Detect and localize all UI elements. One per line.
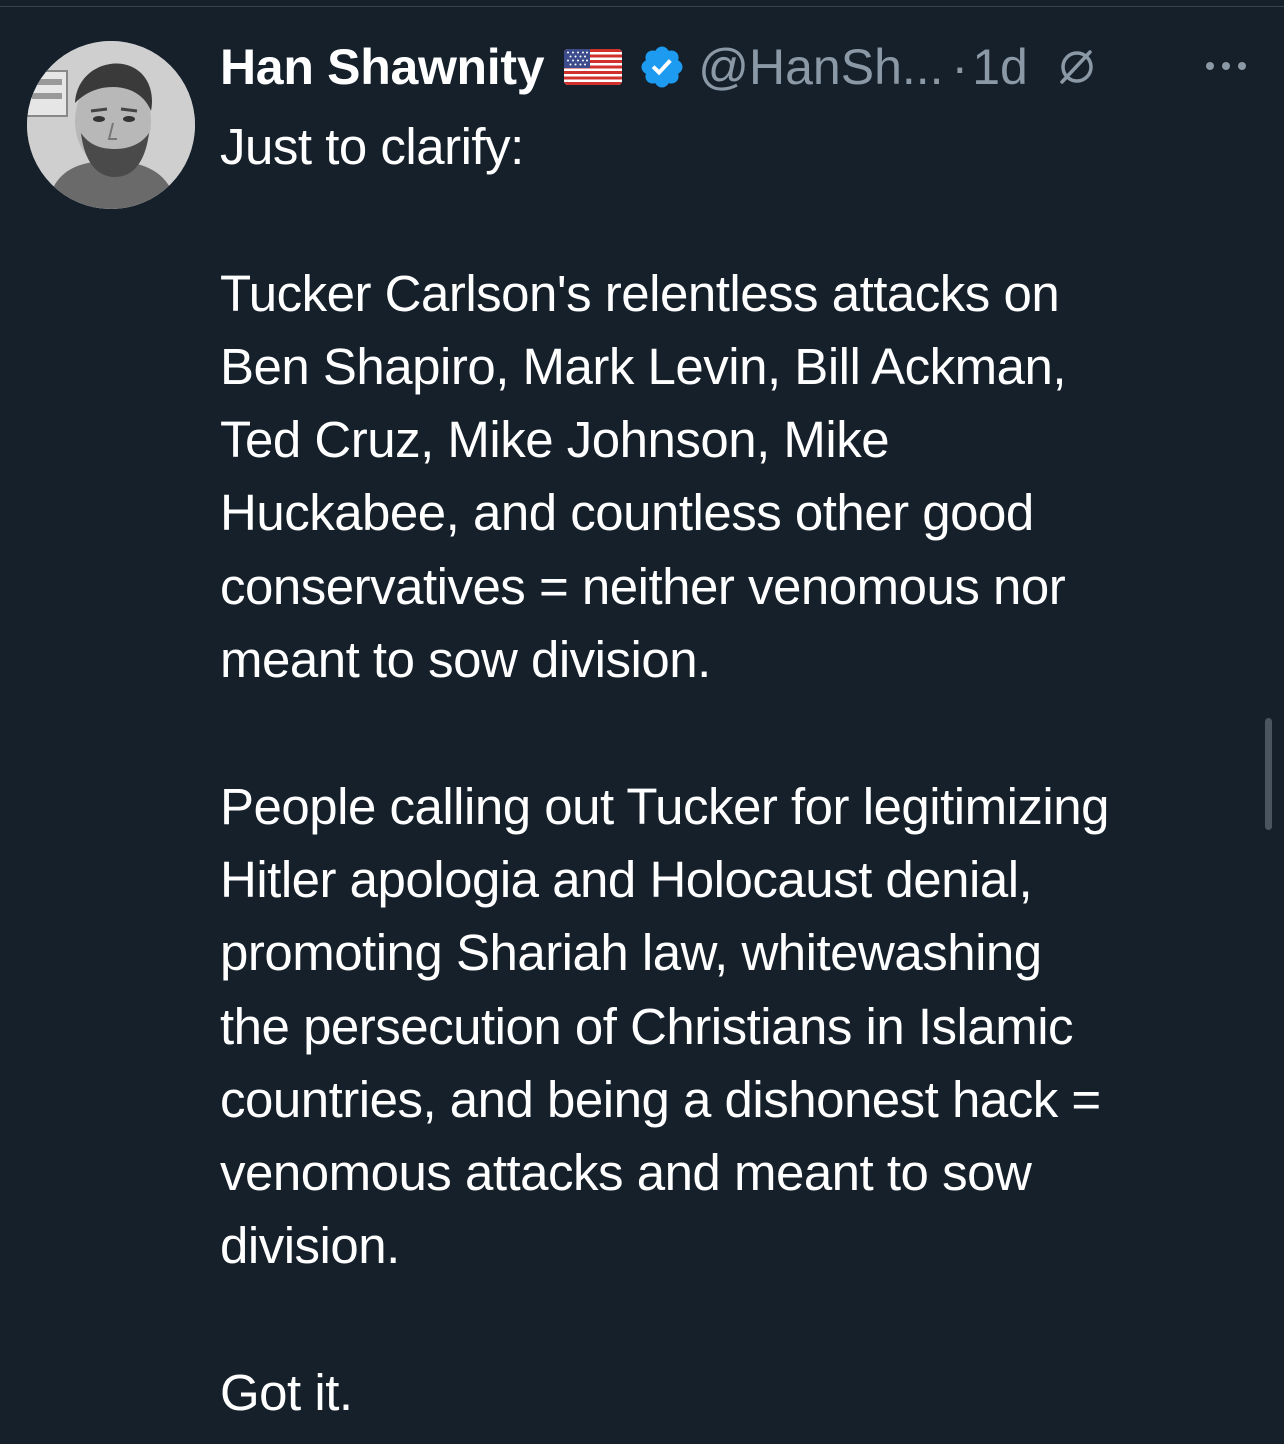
tweet-line: Tucker Carlson's relentless attacks on [220, 264, 1060, 322]
tweet-line: conservatives = neither venomous nor [220, 557, 1066, 615]
tweet[interactable]: Han Shawnity @HanSh... · 1d Just to clar… [0, 0, 1284, 1444]
author-display-name[interactable]: Han Shawnity [220, 38, 545, 96]
author-handle[interactable]: @HanSh... [698, 38, 943, 96]
tweet-closing: Got it. [220, 1364, 353, 1422]
tweet-line: Huckabee, and countless other good [220, 484, 1034, 542]
tweet-intro: Just to clarify: [220, 118, 524, 175]
tweet-line: countries, and being a dishonest hack = [220, 1070, 1101, 1128]
tweet-line: Hitler apologia and Holocaust denial, [220, 850, 1033, 908]
tweet-body: Just to clarify: Tucker Carlson's relent… [220, 110, 1260, 1429]
tweet-line: Ted Cruz, Mike Johnson, Mike [220, 411, 890, 469]
tweet-line: venomous attacks and meant to sow [220, 1144, 1032, 1202]
timestamp[interactable]: 1d [972, 38, 1028, 96]
tweet-line: division. [220, 1217, 400, 1275]
tweet-line: promoting Shariah law, whitewashing [220, 924, 1042, 982]
tweet-line: Ben Shapiro, Mark Levin, Bill Ackman, [220, 337, 1067, 395]
verified-badge-icon[interactable] [638, 43, 686, 91]
tweet-line: the persecution of Christians in Islamic [220, 997, 1074, 1055]
tweet-paragraph-2: People calling out Tucker for legitimizi… [220, 770, 1260, 1283]
tweet-paragraph-1: Tucker Carlson's relentless attacks on B… [220, 257, 1260, 697]
tweet-line: meant to sow division. [220, 631, 711, 689]
slashed-circle-icon[interactable] [1054, 44, 1100, 90]
tweet-header: Han Shawnity @HanSh... · 1d [220, 34, 1270, 100]
separator-dot: · [951, 39, 969, 95]
scrollbar[interactable] [1265, 718, 1272, 830]
more-horizontal-icon[interactable] [1202, 54, 1250, 78]
tweet-line: People calling out Tucker for legitimizi… [220, 777, 1109, 835]
avatar[interactable] [27, 41, 195, 209]
us-flag-icon [564, 49, 623, 85]
